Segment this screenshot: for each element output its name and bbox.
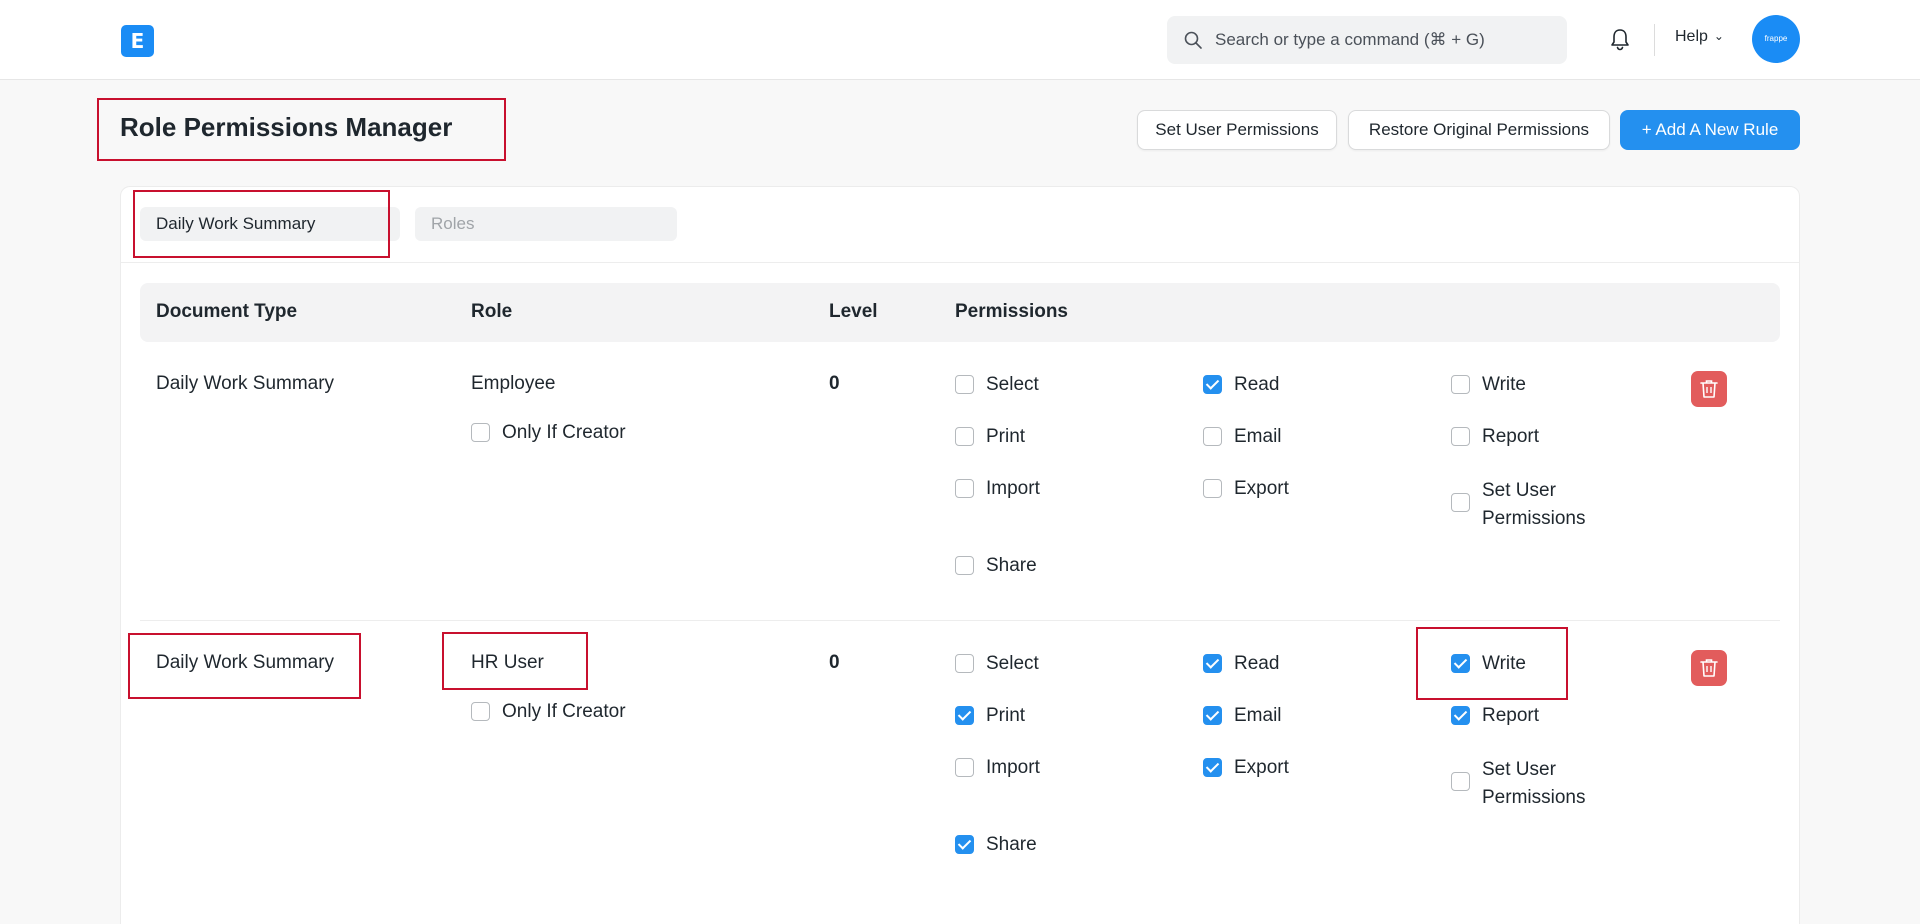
row-2-perm-print[interactable]: Print bbox=[955, 704, 1025, 728]
row-1-delete-button[interactable] bbox=[1691, 371, 1727, 407]
row-2-only-if-creator-checkbox[interactable]: Only If Creator bbox=[471, 700, 626, 724]
chevron-down-icon: ⌄ bbox=[1713, 29, 1724, 43]
checkbox-checked[interactable] bbox=[1203, 758, 1222, 777]
row-2-perm-email[interactable]: Email bbox=[1203, 704, 1282, 728]
avatar[interactable]: frappe bbox=[1752, 15, 1800, 63]
row-2-level: 0 bbox=[829, 652, 840, 673]
roles-filter[interactable]: Roles bbox=[415, 207, 677, 241]
row-2-perm-read[interactable]: Read bbox=[1203, 652, 1279, 676]
highlight-doctype-filter bbox=[133, 190, 390, 258]
row-2-delete-button[interactable] bbox=[1691, 650, 1727, 686]
search-placeholder: Search or type a command (⌘ + G) bbox=[1215, 30, 1485, 49]
checkbox-checked[interactable] bbox=[955, 706, 974, 725]
checkbox[interactable] bbox=[1451, 772, 1470, 791]
navbar-divider bbox=[1654, 24, 1655, 56]
checkbox[interactable] bbox=[955, 758, 974, 777]
app-logo[interactable]: E bbox=[121, 25, 154, 57]
checkbox[interactable] bbox=[955, 427, 974, 446]
row-2-perm-import[interactable]: Import bbox=[955, 756, 1040, 780]
row-1-level: 0 bbox=[829, 373, 840, 394]
checkbox[interactable] bbox=[1451, 493, 1470, 512]
header-role: Role bbox=[471, 301, 513, 322]
navbar: E Search or type a command (⌘ + G) Help ⌄… bbox=[0, 0, 1920, 80]
checkbox[interactable] bbox=[955, 654, 974, 673]
checkbox-checked[interactable] bbox=[1451, 706, 1470, 725]
checkbox-checked[interactable] bbox=[1203, 706, 1222, 725]
set-user-permissions-button[interactable]: Set User Permissions bbox=[1137, 110, 1337, 150]
header-permissions: Permissions bbox=[955, 301, 1068, 322]
card-divider bbox=[121, 262, 1799, 263]
row-1-perm-email[interactable]: Email bbox=[1203, 425, 1282, 449]
header-level: Level bbox=[829, 301, 878, 322]
highlight-row-2-doctype bbox=[128, 633, 361, 699]
help-label: Help bbox=[1675, 28, 1708, 45]
checkbox-checked[interactable] bbox=[955, 835, 974, 854]
row-1-perm-read[interactable]: Read bbox=[1203, 373, 1279, 397]
highlight-page-title bbox=[97, 98, 506, 161]
help-dropdown[interactable]: Help ⌄ bbox=[1675, 28, 1724, 46]
trash-icon bbox=[1700, 659, 1718, 677]
row-1-perm-import[interactable]: Import bbox=[955, 477, 1040, 501]
checkbox[interactable] bbox=[1451, 427, 1470, 446]
add-new-rule-button[interactable]: + Add A New Rule bbox=[1620, 110, 1800, 150]
row-1-only-if-creator-checkbox[interactable]: Only If Creator bbox=[471, 421, 626, 445]
row-1-perm-select[interactable]: Select bbox=[955, 373, 1039, 397]
highlight-row-2-role bbox=[442, 632, 588, 690]
checkbox-checked[interactable] bbox=[1203, 375, 1222, 394]
search-bar[interactable]: Search or type a command (⌘ + G) bbox=[1167, 16, 1567, 64]
row-1-perm-report[interactable]: Report bbox=[1451, 425, 1539, 449]
highlight-row-2-write bbox=[1416, 627, 1568, 700]
checkbox[interactable] bbox=[471, 423, 490, 442]
row-2-perm-report[interactable]: Report bbox=[1451, 704, 1539, 728]
row-1-perm-share[interactable]: Share bbox=[955, 554, 1037, 578]
checkbox[interactable] bbox=[471, 702, 490, 721]
trash-icon bbox=[1700, 380, 1718, 398]
row-2-perm-select[interactable]: Select bbox=[955, 652, 1039, 676]
row-1-perm-set-user-permissions[interactable]: Set User Permissions bbox=[1451, 477, 1585, 533]
checkbox[interactable] bbox=[1203, 427, 1222, 446]
row-1-perm-print[interactable]: Print bbox=[955, 425, 1025, 449]
row-1-doctype: Daily Work Summary bbox=[156, 373, 335, 394]
header-document-type: Document Type bbox=[156, 301, 298, 322]
row-1-perm-export[interactable]: Export bbox=[1203, 477, 1289, 501]
row-1-role: Employee bbox=[471, 373, 556, 394]
row-2-perm-export[interactable]: Export bbox=[1203, 756, 1289, 780]
search-icon bbox=[1184, 31, 1202, 49]
row-divider bbox=[140, 620, 1780, 621]
checkbox[interactable] bbox=[955, 479, 974, 498]
checkbox[interactable] bbox=[955, 375, 974, 394]
checkbox[interactable] bbox=[955, 556, 974, 575]
row-2-perm-set-user-permissions[interactable]: Set User Permissions bbox=[1451, 756, 1585, 812]
row-2-perm-share[interactable]: Share bbox=[955, 833, 1037, 857]
checkbox[interactable] bbox=[1451, 375, 1470, 394]
table-header: Document Type Role Level Permissions bbox=[140, 283, 1780, 342]
restore-original-permissions-button[interactable]: Restore Original Permissions bbox=[1348, 110, 1610, 150]
checkbox[interactable] bbox=[1203, 479, 1222, 498]
checkbox-checked[interactable] bbox=[1203, 654, 1222, 673]
notification-bell-icon[interactable] bbox=[1606, 26, 1634, 54]
row-1-perm-write[interactable]: Write bbox=[1451, 373, 1526, 397]
